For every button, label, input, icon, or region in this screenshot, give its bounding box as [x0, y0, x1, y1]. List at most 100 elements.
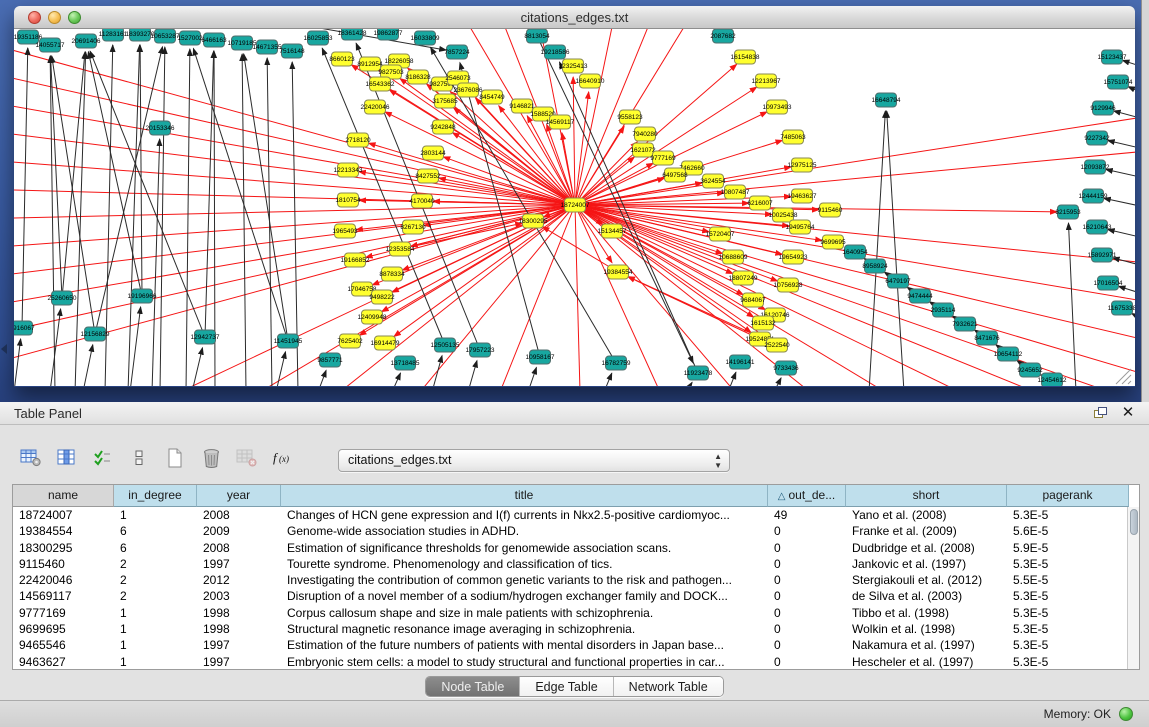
table-cell[interactable]: 5.5E-5 — [1007, 572, 1129, 588]
tab-edge-table[interactable]: Edge Table — [520, 677, 613, 696]
table-cell[interactable]: 14569117 — [13, 588, 114, 604]
table-cell[interactable]: 6 — [114, 540, 197, 556]
table-scrollbar[interactable] — [1127, 507, 1139, 669]
graph-edge[interactable] — [205, 51, 214, 337]
table-cell[interactable]: 5.9E-5 — [1007, 540, 1129, 556]
graph-edge-selected[interactable] — [575, 205, 580, 386]
graph-edge[interactable] — [186, 49, 190, 386]
table-cell[interactable]: 2003 — [197, 588, 281, 604]
column-header-pagerank[interactable]: pagerank — [1007, 485, 1129, 507]
table-row[interactable]: 946554611997Estimation of the future num… — [13, 637, 1139, 653]
table-cell[interactable]: 5.3E-5 — [1007, 621, 1129, 637]
row-selection-button[interactable] — [88, 446, 118, 474]
table-cell[interactable]: 2 — [114, 572, 197, 588]
table-cell[interactable]: Disruption of a novel member of a sodium… — [281, 588, 768, 604]
table-cell[interactable]: 2009 — [197, 523, 281, 539]
table-cell[interactable]: 1 — [114, 605, 197, 621]
table-cell[interactable]: 18724007 — [13, 507, 114, 523]
table-row[interactable]: 977716911998Corpus callosum shape and si… — [13, 605, 1139, 621]
table-cell[interactable]: Jankovic et al. (1997) — [846, 556, 1007, 572]
column-visibility-button[interactable] — [52, 446, 82, 474]
table-row[interactable]: 1872400712008Changes of HCN gene express… — [13, 507, 1139, 523]
graph-edge[interactable] — [604, 373, 612, 386]
table-cell[interactable]: 1 — [114, 507, 197, 523]
delete-table-button[interactable] — [196, 446, 226, 474]
table-cell[interactable]: 1 — [114, 621, 197, 637]
table-cell[interactable]: 0 — [768, 637, 846, 653]
table-row[interactable]: 1456911722003Disruption of a novel membe… — [13, 588, 1139, 604]
table-cell[interactable]: 1997 — [197, 637, 281, 653]
clear-rows-button[interactable] — [124, 446, 154, 474]
table-cell[interactable]: Wolkin et al. (1998) — [846, 621, 1007, 637]
column-header-out-de-[interactable]: △out_de... — [768, 485, 846, 507]
table-cell[interactable]: 2 — [114, 588, 197, 604]
column-header-title[interactable]: title — [281, 485, 768, 507]
graph-edge[interactable] — [1068, 223, 1076, 386]
table-selector-combobox[interactable]: citations_edges.txt▲▼ — [338, 449, 730, 472]
network-window[interactable]: citations_edges.txt 18724007866012389129… — [14, 6, 1135, 387]
canvas-resize-grip[interactable] — [1116, 369, 1131, 384]
table-cell[interactable]: 9699695 — [13, 621, 114, 637]
graph-edge[interactable] — [392, 373, 401, 386]
graph-edge[interactable] — [1108, 140, 1135, 148]
table-cell[interactable]: 49 — [768, 507, 846, 523]
table-cell[interactable]: Embryonic stem cells: a model to study s… — [281, 654, 768, 669]
graph-edge[interactable] — [1104, 198, 1135, 206]
table-cell[interactable]: 0 — [768, 621, 846, 637]
graph-edge[interactable] — [192, 348, 202, 386]
table-cell[interactable]: 5.3E-5 — [1007, 507, 1129, 523]
table-cell[interactable]: Franke et al. (2009) — [846, 523, 1007, 539]
column-header-short[interactable]: short — [846, 485, 1007, 507]
table-cell[interactable]: 9115460 — [13, 556, 114, 572]
table-cell[interactable]: 1 — [114, 637, 197, 653]
table-cell[interactable]: 1997 — [197, 654, 281, 669]
table-cell[interactable]: Tourette syndrome. Phenomenology and cla… — [281, 556, 768, 572]
table-cell[interactable]: 5.3E-5 — [1007, 588, 1129, 604]
graph-edge[interactable] — [1122, 60, 1135, 66]
table-cell[interactable]: Changes of HCN gene expression and I(f) … — [281, 507, 768, 523]
graph-edge[interactable] — [1108, 229, 1135, 237]
table-row[interactable]: 946362711997Embryonic stem cells: a mode… — [13, 654, 1139, 669]
graph-edge-selected[interactable] — [575, 29, 612, 205]
table-cell[interactable]: 2008 — [197, 507, 281, 523]
table-cell[interactable]: Tibbo et al. (1998) — [846, 605, 1007, 621]
graph-edge[interactable] — [318, 370, 326, 386]
table-cell[interactable]: 1998 — [197, 605, 281, 621]
graph-edge[interactable] — [130, 307, 141, 386]
table-cell[interactable]: 18300295 — [13, 540, 114, 556]
table-row[interactable]: 1938455462009Genome-wide association stu… — [13, 523, 1139, 539]
table-cell[interactable]: Genome-wide association studies in ADHD. — [281, 523, 768, 539]
column-header-name[interactable]: name — [13, 485, 114, 507]
table-cell[interactable]: 2012 — [197, 572, 281, 588]
column-header-year[interactable]: year — [197, 485, 281, 507]
graph-edge-selected[interactable] — [575, 205, 733, 274]
graph-edge[interactable] — [686, 382, 692, 386]
table-cell[interactable]: Stergiakouli et al. (2012) — [846, 572, 1007, 588]
table-cell[interactable]: 9463627 — [13, 654, 114, 669]
table-cell[interactable]: 0 — [768, 540, 846, 556]
graph-edge[interactable] — [1106, 169, 1135, 177]
graph-edge[interactable] — [22, 48, 28, 328]
table-cell[interactable]: 0 — [768, 605, 846, 621]
table-cell[interactable]: Investigating the contribution of common… — [281, 572, 768, 588]
table-row[interactable]: 911546021997Tourette syndrome. Phenomeno… — [13, 556, 1139, 572]
table-cell[interactable]: Estimation of significance thresholds fo… — [281, 540, 768, 556]
graph-edge-selected[interactable] — [575, 205, 751, 333]
graph-edge[interactable] — [276, 352, 285, 386]
graph-edge[interactable] — [1118, 286, 1135, 293]
tab-node-table[interactable]: Node Table — [426, 677, 520, 696]
table-cell[interactable]: 1998 — [197, 621, 281, 637]
new-table-button[interactable] — [160, 446, 190, 474]
graph-edge[interactable] — [774, 378, 781, 386]
table-cell[interactable]: 0 — [768, 588, 846, 604]
table-cell[interactable]: 0 — [768, 523, 846, 539]
column-header-in-degree[interactable]: in_degree — [114, 485, 197, 507]
table-cell[interactable]: 9777169 — [13, 605, 114, 621]
float-panel-icon[interactable] — [1091, 405, 1109, 421]
graph-edge[interactable] — [869, 111, 885, 386]
graph-edge[interactable] — [1114, 111, 1135, 118]
table-cell[interactable]: 1 — [114, 654, 197, 669]
function-builder-button[interactable]: f(x) — [268, 446, 298, 474]
table-cell[interactable]: 0 — [768, 556, 846, 572]
tab-network-table[interactable]: Network Table — [614, 677, 723, 696]
